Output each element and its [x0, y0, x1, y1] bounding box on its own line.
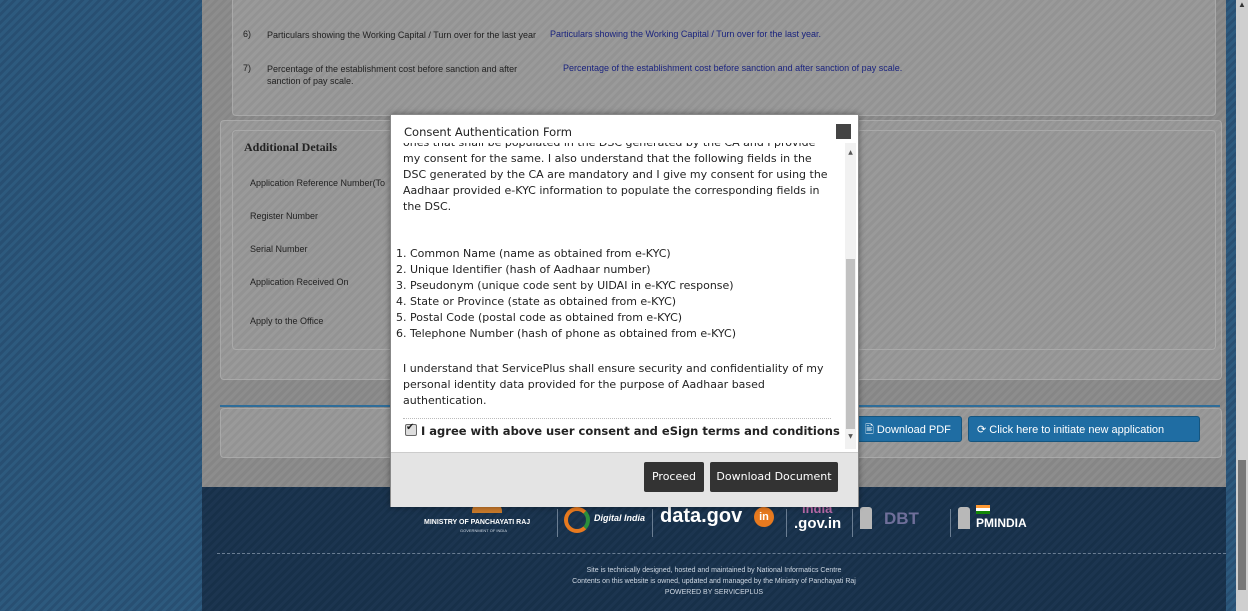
file-icon: 🖹	[865, 424, 874, 436]
field-application-received-on: Application Received On	[250, 277, 349, 287]
emblem-icon	[860, 507, 872, 529]
digital-india-logo[interactable]: Digital India	[564, 501, 648, 545]
data-gov-logo[interactable]: data.gov in	[660, 501, 780, 545]
consent-text-area[interactable]: ones that shall be populated in the DSC …	[391, 143, 845, 449]
consent-list-item: 3. Pseudonym (unique code sent by UIDAI …	[396, 279, 734, 292]
pmindia-text: PMINDIA	[976, 516, 1027, 530]
particular-number: 6)	[243, 29, 252, 39]
additional-details-title: Additional Details	[244, 140, 338, 154]
field-apply-to-office: Apply to the Office	[250, 316, 324, 326]
agree-checkbox[interactable]	[405, 422, 417, 436]
india-gov-logo[interactable]: india .gov.in	[792, 501, 848, 545]
modal-footer: Proceed Download Document	[391, 452, 858, 507]
agree-checkbox-row[interactable]: I agree with above user consent and eSig…	[405, 422, 840, 438]
flag-icon	[976, 505, 990, 514]
download-document-button[interactable]: Download Document	[710, 462, 838, 492]
logo-separator	[786, 509, 787, 537]
scroll-up-icon[interactable]: ▲	[1238, 0, 1246, 12]
field-register-number: Register Number	[250, 211, 319, 221]
consent-list-item: 1. Common Name (name as obtained from e-…	[396, 247, 671, 260]
pmindia-logo[interactable]: PMINDIA	[958, 501, 1050, 545]
close-icon[interactable]	[836, 124, 851, 139]
consent-list-item: 4. State or Province (state as obtained …	[396, 295, 677, 308]
field-application-reference: Application Reference Number(To	[250, 178, 386, 188]
india-gov-text: .gov.in	[794, 515, 842, 532]
footer-line-nic: Site is technically designed, hosted and…	[586, 567, 842, 574]
refresh-icon: ⟳	[977, 424, 987, 436]
consent-paragraph-1: ones that shall be populated in the DSC …	[403, 143, 828, 213]
field-serial-number: Serial Number	[250, 244, 308, 254]
agree-divider	[403, 418, 831, 419]
consent-modal: Consent Authentication Form ones that sh…	[390, 114, 859, 507]
logo-separator	[950, 509, 951, 537]
consent-list-item: 5. Postal Code (postal code as obtained …	[396, 311, 683, 324]
logo-separator	[852, 509, 853, 537]
particular-value: Percentage of the establishment cost bef…	[563, 63, 903, 73]
footer-line-ministry: Contents on this website is owned, updat…	[572, 578, 856, 585]
scroll-down-icon[interactable]: ▼	[845, 433, 856, 440]
particulars-panel: 6) Particulars showing the Working Capit…	[232, 0, 1216, 116]
footer-line-powered: POWERED BY SERVICEPLUS	[664, 589, 764, 596]
consent-list-item: 6. Telephone Number (hash of phone as ob…	[396, 327, 737, 340]
scroll-up-icon[interactable]: ▲	[845, 149, 856, 156]
particular-number: 7)	[243, 63, 252, 73]
particular-value: Particulars showing the Working Capital …	[550, 29, 821, 39]
new-application-button[interactable]: ⟳ Click here to initiate new application	[968, 416, 1200, 442]
dbt-logo[interactable]: DBT	[860, 501, 944, 545]
proceed-button[interactable]: Proceed	[644, 462, 704, 492]
data-gov-in-badge: in	[754, 507, 774, 527]
download-pdf-button[interactable]: 🖹 Download PDF	[856, 416, 962, 442]
download-pdf-label: Download PDF	[876, 424, 951, 436]
modal-title: Consent Authentication Form	[404, 125, 572, 139]
digital-india-swirl-icon	[564, 507, 590, 533]
footer-divider	[217, 553, 1226, 554]
particular-label: Particulars showing the Working Capital …	[267, 30, 536, 40]
logo-separator	[557, 509, 558, 537]
new-application-label: Click here to initiate new application	[989, 424, 1165, 436]
panchayati-logo-subtext: GOVERNMENT OF INDIA	[460, 528, 508, 533]
agree-label: I agree with above user consent and eSig…	[421, 424, 840, 438]
modal-scrollbar[interactable]: ▲ ▼	[845, 143, 856, 449]
particular-label: Percentage of the establishment cost bef…	[267, 64, 518, 86]
footer-logos: MINISTRY OF PANCHAYATI RAJ GOVERNMENT OF…	[424, 501, 1184, 545]
panchayati-raj-logo[interactable]: MINISTRY OF PANCHAYATI RAJ GOVERNMENT OF…	[424, 501, 552, 545]
emblem-icon	[958, 507, 970, 529]
page-scrollbar[interactable]: ▲	[1236, 0, 1248, 611]
data-gov-text: data.gov	[660, 505, 743, 527]
consent-paragraph-2: I understand that ServicePlus shall ensu…	[403, 362, 824, 407]
consent-list-item: 2. Unique Identifier (hash of Aadhaar nu…	[396, 263, 651, 276]
panchayati-logo-text: MINISTRY OF PANCHAYATI RAJ	[424, 519, 531, 526]
logo-separator	[652, 509, 653, 537]
dbt-text: DBT	[884, 509, 919, 528]
digital-india-text: Digital India	[594, 513, 646, 523]
page-scrollbar-thumb[interactable]	[1238, 460, 1246, 590]
modal-scrollbar-thumb[interactable]	[846, 259, 855, 429]
